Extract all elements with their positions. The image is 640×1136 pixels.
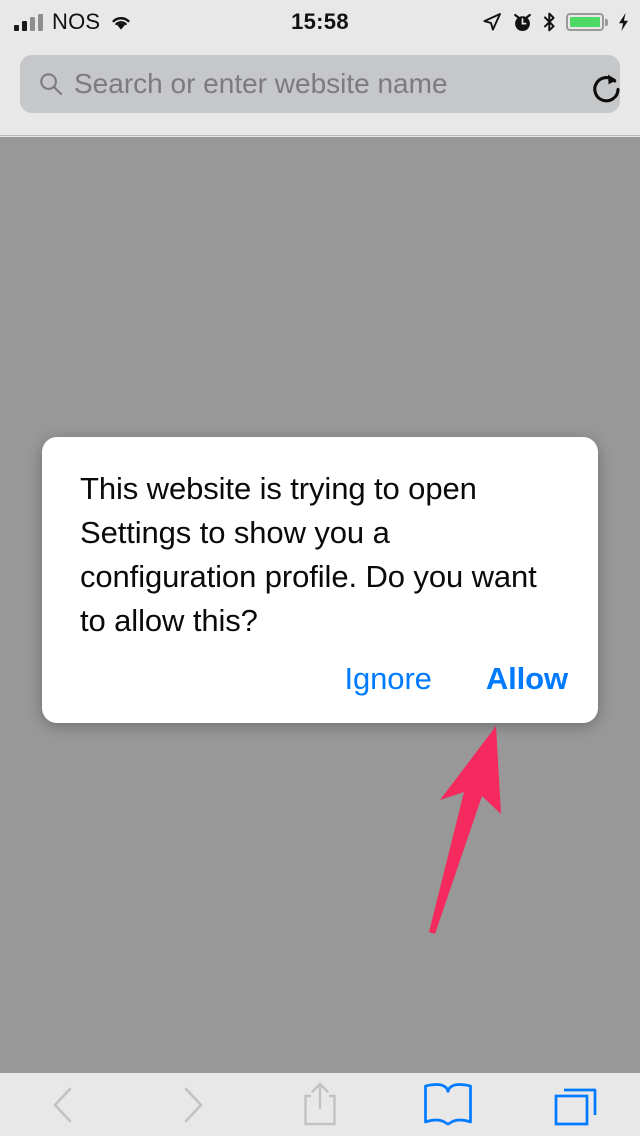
chevron-left-icon	[53, 1087, 72, 1122]
allow-button[interactable]: Allow	[486, 661, 568, 697]
bottom-toolbar	[0, 1073, 640, 1136]
dialog-message-text: This website is trying to open Settings …	[80, 471, 537, 638]
reload-icon	[593, 74, 620, 102]
status-bar: NOS 15:58	[0, 0, 640, 44]
url-input[interactable]: Search or enter website name	[20, 55, 620, 113]
charging-bolt-icon	[619, 13, 628, 31]
status-bar-right-group	[481, 0, 630, 44]
browser-toolbar: Search or enter website name	[0, 44, 640, 136]
alert-dialog: This website is trying to open Settings …	[42, 437, 598, 723]
iphone-safari-screen: NOS 15:58 Search or enter website name T…	[0, 0, 640, 1136]
bluetooth-icon	[544, 12, 555, 32]
share-icon	[304, 1082, 336, 1125]
back-button[interactable]	[0, 1073, 128, 1136]
bookmarks-button[interactable]	[384, 1073, 512, 1136]
chevron-right-icon	[184, 1087, 203, 1122]
tabs-button[interactable]	[512, 1073, 640, 1136]
ignore-button[interactable]: Ignore	[345, 661, 432, 697]
search-icon	[40, 73, 63, 96]
url-placeholder-text: Search or enter website name	[74, 68, 448, 99]
alarm-clock-icon	[514, 13, 531, 31]
book-icon	[424, 1082, 472, 1125]
reload-button[interactable]	[584, 67, 630, 113]
location-arrow-icon	[483, 13, 501, 31]
forward-button[interactable]	[128, 1073, 256, 1136]
battery-icon	[566, 13, 608, 31]
dialog-button-row: Ignore Allow	[42, 643, 598, 723]
share-button[interactable]	[256, 1073, 384, 1136]
tabs-icon	[554, 1088, 597, 1125]
